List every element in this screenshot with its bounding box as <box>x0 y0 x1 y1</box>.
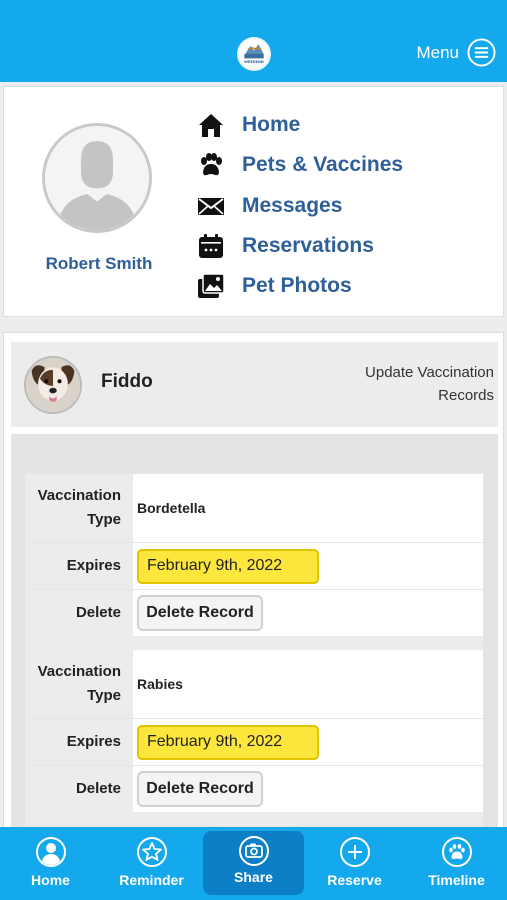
nav-label: Pets & Vaccines <box>242 153 404 176</box>
delete-cell: Delete Record <box>133 590 483 636</box>
user-name[interactable]: Robert Smith <box>4 254 194 274</box>
pet-vaccination-card: Fiddo Update Vaccination Records Vaccina… <box>3 332 504 832</box>
nav-item-reservations[interactable]: Reservations <box>196 230 374 262</box>
tab-share[interactable]: Share <box>203 831 304 895</box>
vaccination-type-label: Vaccination Type <box>25 474 133 542</box>
delete-label: Delete <box>25 766 133 812</box>
profile-card: Robert Smith Home Pets & Vaccines Messag… <box>3 86 504 317</box>
person-circle-icon <box>35 836 67 868</box>
paw-icon <box>196 150 226 180</box>
menu-label: Menu <box>416 42 459 62</box>
star-circle-icon <box>136 836 168 868</box>
delete-record-button[interactable]: Delete Record <box>137 595 263 631</box>
pet-header: Fiddo Update Vaccination Records <box>11 342 498 427</box>
envelope-icon <box>196 191 226 221</box>
tab-reserve[interactable]: Reserve <box>304 827 405 900</box>
house-icon <box>196 110 226 140</box>
svg-text:WEEKEND: WEEKEND <box>244 60 264 64</box>
vaccination-record: Vaccination Type Bordetella Expires Febr… <box>25 474 483 636</box>
record-divider <box>25 636 483 650</box>
delete-row: Delete Delete Record <box>25 766 483 812</box>
brand-logo-icon[interactable]: WEEKEND <box>237 37 271 71</box>
delete-label: Delete <box>25 590 133 636</box>
vaccination-type-label: Vaccination Type <box>25 650 133 718</box>
photo-icon <box>196 271 226 301</box>
tab-home[interactable]: Home <box>0 827 101 900</box>
nav-item-pets-vaccines[interactable]: Pets & Vaccines <box>196 149 403 181</box>
update-vaccination-records-link[interactable]: Update Vaccination Records <box>344 361 494 407</box>
expires-date-field[interactable]: February 9th, 2022 <box>137 724 319 760</box>
menu-button[interactable]: Menu <box>416 38 496 67</box>
plus-circle-icon <box>339 836 371 868</box>
expires-value-cell: February 9th, 2022 <box>133 543 483 589</box>
bottom-tab-bar: Home Reminder Share Reserve Timeline <box>0 827 507 900</box>
tab-label: Home <box>31 872 70 888</box>
nav-label: Home <box>242 113 301 136</box>
hamburger-circle-icon <box>467 38 496 67</box>
user-silhouette-icon <box>42 123 152 233</box>
pet-name: Fiddo <box>101 371 153 392</box>
nav-item-home[interactable]: Home <box>196 109 300 141</box>
expires-label: Expires <box>25 719 133 765</box>
expires-row: Expires February 9th, 2022 <box>25 543 483 590</box>
vaccination-records-list: Vaccination Type Bordetella Expires Febr… <box>11 434 498 831</box>
calendar-icon <box>196 231 226 261</box>
nav-label: Pet Photos <box>242 274 352 297</box>
expires-date-field[interactable]: February 9th, 2022 <box>137 548 319 584</box>
top-app-bar: WEEKEND Menu <box>0 0 507 82</box>
nav-item-messages[interactable]: Messages <box>196 190 342 222</box>
expires-value-cell: February 9th, 2022 <box>133 719 483 765</box>
tab-label: Reminder <box>119 872 184 888</box>
tab-timeline[interactable]: Timeline <box>406 827 507 900</box>
camera-circle-icon <box>238 835 270 867</box>
nav-item-pet-photos[interactable]: Pet Photos <box>196 270 352 302</box>
expires-label: Expires <box>25 543 133 589</box>
vaccination-record: Vaccination Type Rabies Expires February… <box>25 650 483 812</box>
record-divider <box>25 812 483 826</box>
nav-label: Messages <box>242 194 343 217</box>
expires-row: Expires February 9th, 2022 <box>25 719 483 766</box>
tab-label: Reserve <box>327 872 382 888</box>
vaccination-type-row: Vaccination Type Bordetella <box>25 474 483 543</box>
paw-circle-icon <box>441 836 473 868</box>
dog-photo-icon[interactable] <box>24 356 82 414</box>
tab-label: Share <box>234 869 273 885</box>
vaccination-type-value: Rabies <box>137 676 183 692</box>
tab-reminder[interactable]: Reminder <box>101 827 202 900</box>
vaccination-type-value: Bordetella <box>137 500 206 516</box>
delete-record-button[interactable]: Delete Record <box>137 771 263 807</box>
delete-row: Delete Delete Record <box>25 590 483 636</box>
tab-label: Timeline <box>428 872 485 888</box>
vaccination-type-row: Vaccination Type Rabies <box>25 650 483 719</box>
nav-label: Reservations <box>242 234 374 257</box>
delete-cell: Delete Record <box>133 766 483 812</box>
